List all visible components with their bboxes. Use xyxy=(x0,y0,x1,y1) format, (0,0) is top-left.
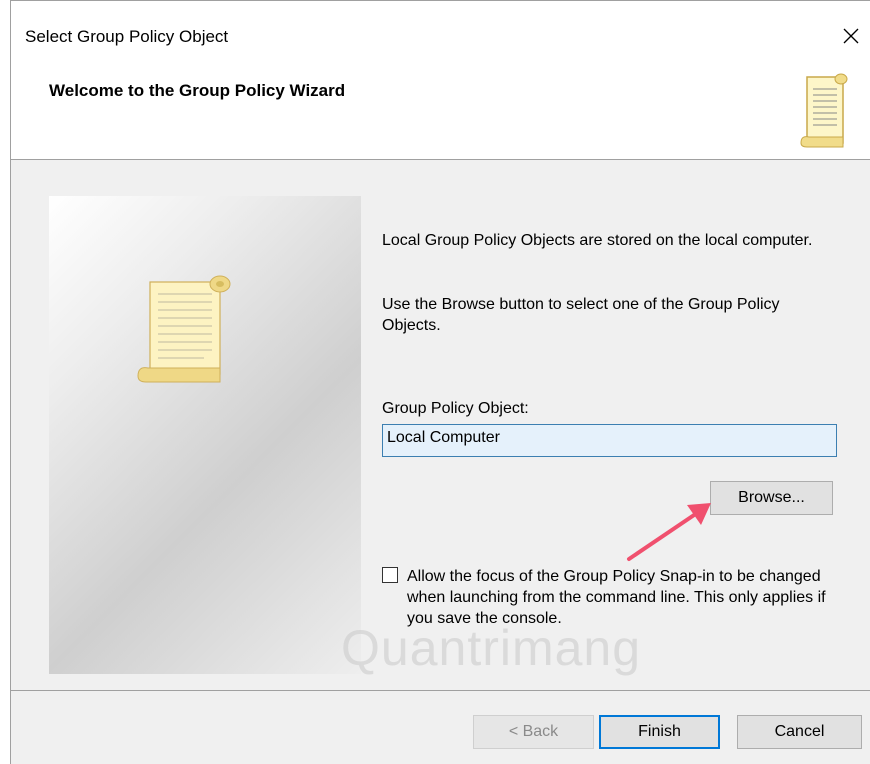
info-paragraph-storage: Local Group Policy Objects are stored on… xyxy=(382,232,813,249)
scroll-icon xyxy=(137,275,231,383)
footer-separator xyxy=(11,690,870,691)
window-title: Select Group Policy Object xyxy=(25,27,229,46)
cancel-button[interactable]: Cancel xyxy=(737,715,862,749)
gpo-field[interactable]: Local Computer xyxy=(382,424,837,457)
wizard-header: Welcome to the Group Policy Wizard xyxy=(11,63,870,160)
wizard-side-graphic xyxy=(49,196,361,674)
back-button[interactable]: < Back xyxy=(473,715,594,749)
info-paragraph-browse: Use the Browse button to select one of t… xyxy=(382,296,780,334)
browse-button[interactable]: Browse... xyxy=(710,481,833,515)
scroll-icon xyxy=(800,73,848,148)
finish-button[interactable]: Finish xyxy=(599,715,720,749)
allow-focus-checkbox[interactable] xyxy=(382,567,398,583)
gpo-label: Group Policy Object: xyxy=(382,400,529,417)
annotation-arrow-icon xyxy=(627,503,711,561)
title-bar: Select Group Policy Object xyxy=(11,1,870,63)
wizard-heading: Welcome to the Group Policy Wizard xyxy=(49,81,346,100)
watermark: Quantrimang xyxy=(341,620,642,676)
close-button[interactable] xyxy=(831,19,870,53)
wizard-window: Select Group Policy Object Welcome to th… xyxy=(10,0,870,764)
close-icon xyxy=(843,28,859,44)
